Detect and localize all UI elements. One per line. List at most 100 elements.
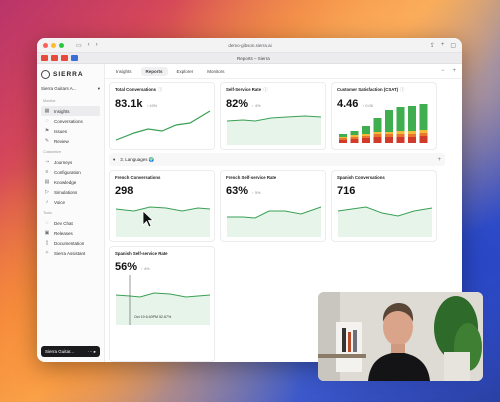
info-icon: ⓘ [400,87,405,92]
box-icon: ▣ [44,230,50,236]
sidebar-item-review[interactable]: ✎ Review [41,136,100,146]
sidebar-item-documentation[interactable]: ▯ Documentation [41,238,100,248]
card-title: Self-Service Rate ⓘ [226,87,268,92]
metric-value: 298 [115,185,134,197]
sidebar-item-label: Sierra Assistant [54,250,86,256]
csat-bar-segment [419,130,428,133]
sidebar-item-label: Simulations [54,189,78,195]
csat-bar-segment [408,134,416,137]
browser-toolbar: ▭ ‹ › demo-gibson.sierra.ai ⇪ + ▢ [37,38,462,53]
csat-bar-segment [339,138,347,140]
series-area [116,207,210,237]
sidebar-item-insights[interactable]: ▦ Insights [41,106,100,116]
sparkle-icon: ✧ [44,250,50,256]
csat-bar-segment [396,137,405,143]
minus-icon[interactable]: − [441,68,445,74]
sidebar-item-configuration[interactable]: ≡ Configuration [41,167,100,177]
tab-reports[interactable]: Reports [140,66,168,76]
address-bar[interactable]: demo-gibson.sierra.ai [165,41,335,50]
card-title: Customer Satisfaction (CSAT) ⓘ [337,87,405,92]
gmail-icon[interactable] [51,55,58,61]
csat-bar-segment [385,134,393,137]
csat-bar-segment [419,136,428,143]
logo-text: SIERRA [53,71,84,78]
sidebar-item-label: Dev Chat [54,220,73,226]
csat-bar-segment [408,106,416,131]
card-title: Spanish Self-service Rate [115,251,168,256]
sliders-icon: ≡ [45,169,49,175]
csat-bar-segment [339,140,347,143]
sidebar-item-issues[interactable]: ⚑ Issues [41,126,100,136]
sidebar-item-dev-chat[interactable]: ◌ Dev Chat [41,218,100,228]
sidebar-item-voice[interactable]: ♪ Voice [41,197,100,207]
total-conversations-card[interactable]: Total Conversations ⓘ 83.1k ↑ 43% [109,82,215,150]
sidebar-agent-switcher[interactable]: Sierra Guitar... ⋯ ▸ [41,346,100,357]
plus-icon[interactable]: + [437,157,441,163]
sidebar-item-sierra-assistant[interactable]: ✧ Sierra Assistant [41,248,100,258]
sidebar-item-conversations[interactable]: ◌ Conversations [41,116,100,126]
forward-icon[interactable]: › [96,42,98,48]
csat-bar-segment [385,132,393,134]
section-title: 3. Languages 🌍 [120,156,155,162]
sidebar-item-label: Issues [54,128,68,134]
card-title: Total Conversations ⓘ [115,87,163,92]
sidebar-item-knowledge[interactable]: ▤ Knowledge [41,177,100,187]
close-window-button[interactable] [43,42,48,48]
play-icon: ▷ [45,189,49,195]
tabs-overview-icon[interactable]: ▢ [450,42,456,49]
sidebar-item-simulations[interactable]: ▷ Simulations [41,187,100,197]
more-icon[interactable]: ⋯ ▸ [88,349,96,355]
card-title: Spanish Conversations [337,175,385,180]
back-icon[interactable]: ‹ [88,42,90,48]
share-icon[interactable]: ⇪ [430,42,435,49]
csat-bar-segment [373,132,382,134]
csat-bar-segment [396,107,405,131]
sidebar-toggle-icon[interactable]: ▭ [76,42,82,49]
french-conversations-area-chart [115,206,211,237]
csat-stacked-bar-chart [339,104,428,143]
french-conversations-card[interactable]: French Conversations 298 [109,170,215,242]
chart-icon: ▦ [44,108,50,114]
csat-bar-segment [362,126,370,134]
plus-icon[interactable]: + [452,68,456,74]
mouse-cursor-icon [142,210,154,228]
spanish-self-service-card[interactable]: Spanish Self-service Rate 56% ↑ 4% Oct 1… [109,246,215,362]
spanish-conversations-card[interactable]: Spanish Conversations 716 [331,170,437,242]
minimize-window-button[interactable] [51,42,56,48]
active-tab[interactable]: Reports – Sierra [237,54,270,63]
french-self-service-card[interactable]: French Self-service Rate 63% ↑ 5% [220,170,326,242]
value-row: 63% ↑ 5% [226,185,320,197]
tab-insights[interactable]: Insights [111,67,137,76]
sidebar-item-label: Review [54,138,69,144]
sidebar-item-label: Knowledge [54,179,77,185]
csat-bar-segment [350,131,359,135]
csat-card[interactable]: Customer Satisfaction (CSAT) ⓘ 4.46 ↑ 0.0… [331,82,437,150]
csat-bar-segment [362,136,370,138]
tab-monitors[interactable]: Monitors [202,67,229,76]
sidebar-item-label: Releases [54,230,73,236]
languages-section-header[interactable]: ▾ 3. Languages 🌍 + [109,153,445,166]
tab-explorer[interactable]: Explorer [172,67,199,76]
card-title: French Self-service Rate [226,175,277,180]
new-tab-icon[interactable]: + [441,42,445,49]
presenter-video-image [318,292,483,381]
series-line [115,110,211,141]
sierra-logo-icon [41,70,50,79]
sidebar-section-title: Customize [43,150,61,154]
sidebar-item-releases[interactable]: ▣ Releases [41,228,100,238]
sidebar-item-journeys[interactable]: ⇢ Journeys [41,157,100,167]
calendar-icon[interactable] [71,55,78,61]
gmail-icon[interactable] [41,55,48,61]
sidebar-item-label: Conversations [54,118,83,124]
gmail-icon[interactable] [61,55,68,61]
metric-value: 56% [115,261,138,273]
agent-selector[interactable]: Sierra Guitars A... ▾ [41,86,100,92]
self-service-rate-card[interactable]: Self-Service Rate ⓘ 82% ↑ 4% [220,82,326,150]
doc-icon: ▯ [45,240,49,246]
csat-bar-segment [339,134,347,137]
chat-icon: ◌ [45,118,49,124]
tab-title: Reports – Sierra [237,56,270,61]
topnav-actions: − + [441,68,456,74]
chevron-down-icon[interactable]: ▾ [113,157,115,163]
zoom-window-button[interactable] [59,42,64,48]
